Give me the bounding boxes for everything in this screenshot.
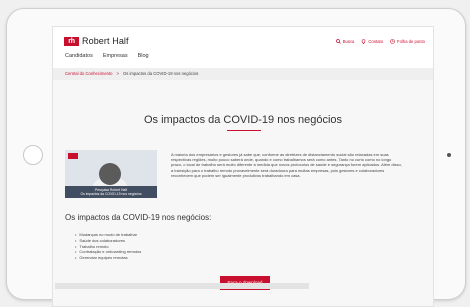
location-pin-icon — [362, 39, 366, 44]
search-icon — [335, 39, 341, 44]
card-logo-icon — [68, 153, 78, 159]
intro-paragraph: A maioria dos empresários e gestores já … — [171, 152, 402, 178]
title-underline — [227, 130, 261, 131]
list-item: Mudanças no modo de trabalhar — [75, 232, 141, 238]
footer-strip — [55, 283, 309, 289]
main-content: Os impactos da COVID-19 nos negócios Pes… — [53, 80, 433, 306]
search-link[interactable]: Busca — [335, 39, 355, 44]
contact-link[interactable]: Contato — [361, 39, 383, 44]
robert-half-logo[interactable]: rh Robert Half — [64, 36, 129, 46]
impacts-list: Mudanças no modo de trabalhar Saúde dos … — [75, 232, 141, 261]
home-button[interactable] — [23, 145, 43, 165]
breadcrumb-current: Os impactos da COVID-19 nos negócios — [122, 71, 199, 76]
nav-item-candidatos[interactable]: Candidatos — [65, 53, 93, 59]
card-caption: Pesquisa Robert Half Os impactos da COVI… — [65, 186, 157, 198]
camera-dot — [447, 153, 451, 157]
logo-mark-icon: rh — [64, 36, 79, 46]
nav-item-blog[interactable]: Blog — [138, 53, 149, 59]
person-head-shape — [99, 163, 121, 185]
logo-text: Robert Half — [82, 36, 129, 46]
utility-links: Busca Contato Folha de ponto — [335, 39, 425, 44]
list-item: Gerenciar equipes remotas — [75, 255, 141, 261]
report-cover-image: Pesquisa Robert Half Os impactos da COVI… — [65, 150, 157, 198]
main-nav: Candidatos Empresas Blog — [65, 53, 149, 59]
breadcrumb: Central do Conhecimento > Os impactos da… — [53, 68, 433, 80]
clock-icon — [390, 39, 395, 44]
tablet-frame: rh Robert Half Busca Contato Folha de po… — [6, 8, 466, 307]
card-caption-line2: Os impactos da COVID-19 nos negócios — [80, 192, 142, 196]
site-header: rh Robert Half Busca Contato Folha de po… — [53, 27, 433, 49]
page-title: Os impactos da COVID-19 nos negócios — [143, 114, 343, 126]
nav-item-empresas[interactable]: Empresas — [103, 53, 128, 59]
payroll-label: Folha de ponto — [397, 39, 425, 44]
breadcrumb-separator: > — [116, 71, 119, 76]
payroll-link[interactable]: Folha de ponto — [390, 39, 425, 44]
search-label: Busca — [342, 39, 355, 44]
breadcrumb-parent-link[interactable]: Central do Conhecimento — [65, 71, 113, 76]
contact-label: Contato — [368, 39, 384, 44]
section-subtitle: Os impactos da COVID-19 nos negócios: — [65, 213, 212, 222]
browser-screen: rh Robert Half Busca Contato Folha de po… — [52, 26, 434, 307]
